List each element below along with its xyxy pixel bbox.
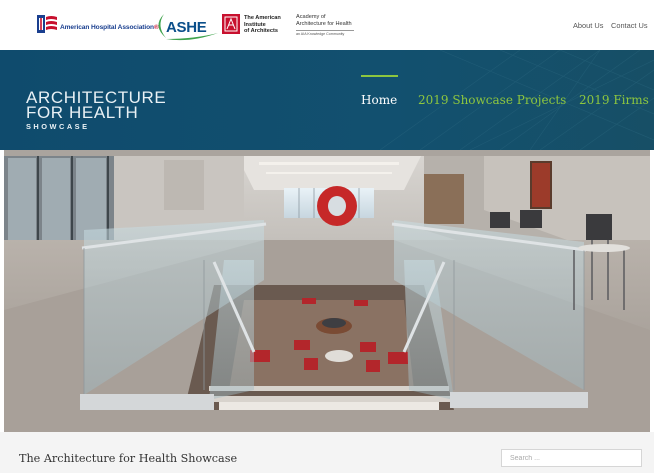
contact-us-link[interactable]: Contact Us	[611, 21, 648, 30]
aia-seal-icon	[222, 14, 240, 34]
aha-flag-icon	[37, 15, 57, 33]
hero-image	[4, 150, 650, 432]
aah-logo-text: Academy of Architecture for Health	[296, 14, 352, 27]
nav-2019-showcase-projects[interactable]: 2019 Showcase Projects	[418, 93, 566, 107]
top-logo-bar: American Hospital Association® ASHE The …	[0, 0, 654, 50]
nav-active-indicator	[361, 75, 398, 77]
content-header-bar: The Architecture for Health Showcase	[0, 432, 654, 473]
nav-home[interactable]: Home	[361, 93, 397, 107]
search-input[interactable]	[501, 449, 642, 467]
aia-logo[interactable]: The American Institute of Architects	[222, 14, 288, 36]
ashe-logo-text: ASHE	[166, 19, 207, 36]
aah-divider	[296, 30, 354, 31]
site-header: ARCHITECTURE FOR HEALTH SHOWCASE Home 20…	[0, 50, 654, 150]
aah-logo[interactable]: Academy of Architecture for Health an AI…	[296, 14, 362, 38]
aha-logo-text: American Hospital Association®	[60, 24, 159, 31]
aha-logo[interactable]: American Hospital Association®	[36, 14, 159, 36]
aah-tagline: an AIA Knowledge Community	[296, 32, 345, 36]
site-title[interactable]: ARCHITECTURE FOR HEALTH SHOWCASE	[26, 89, 166, 131]
about-us-link[interactable]: About Us	[573, 21, 603, 30]
page-title: The Architecture for Health Showcase	[19, 452, 238, 465]
aia-logo-text: The American Institute of Architects	[244, 15, 281, 35]
nav-2019-firms[interactable]: 2019 Firms	[579, 93, 649, 107]
ashe-logo[interactable]: ASHE	[150, 11, 220, 41]
